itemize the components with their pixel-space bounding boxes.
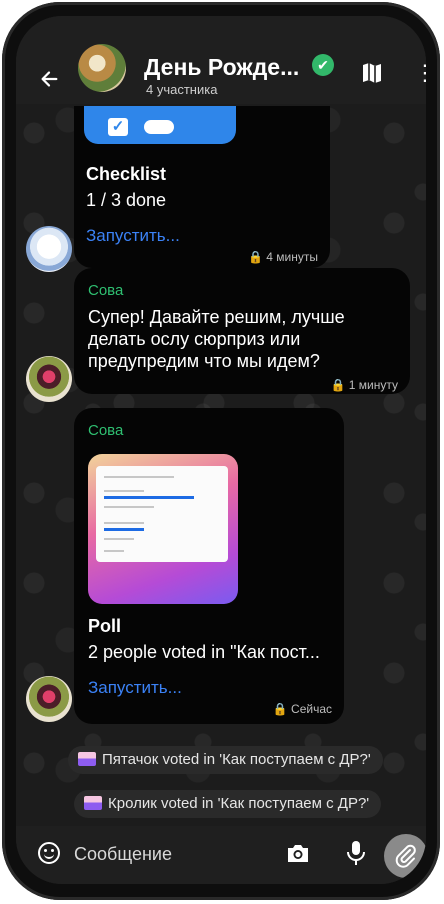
sender-name[interactable]: Сова: [88, 422, 123, 439]
vote-notice: Кролик voted in 'Как поступаем с ДР?': [74, 790, 382, 818]
time-label: Сейчас: [291, 702, 332, 716]
map-icon[interactable]: [361, 61, 383, 85]
message-time: 🔒 Сейчас: [273, 702, 332, 716]
chat-title[interactable]: День Рожде...: [144, 54, 299, 81]
attach-button[interactable]: [384, 834, 426, 878]
message-input[interactable]: Сообщение: [74, 844, 172, 865]
checklist-progress: 1 / 3 done: [86, 190, 167, 210]
sender-name[interactable]: Сова: [88, 282, 123, 299]
poll-launch-link[interactable]: Запустить...: [88, 678, 182, 698]
checklist-message[interactable]: ✓ Checklist 1 / 3 done Запустить... 🔒 4 …: [74, 106, 330, 268]
arrow-left-icon[interactable]: [38, 68, 60, 90]
poll-summary: 2 people voted in "Как пост...: [88, 642, 320, 662]
phone-frame: День Рожде... ✔ 4 участника ⋮ ✓ Checklis…: [2, 2, 440, 900]
avatar[interactable]: [26, 356, 72, 402]
checklist-preview: ✓: [84, 106, 236, 144]
chat-header: День Рожде... ✔ 4 участника ⋮: [16, 16, 426, 104]
message-time: 🔒 4 минуты: [248, 250, 318, 264]
poll-title: Poll: [88, 616, 122, 636]
poll-icon: [84, 796, 102, 810]
poll-icon: [78, 752, 96, 766]
avatar[interactable]: [26, 226, 72, 272]
time-label: 1 минуту: [348, 378, 398, 392]
app-screen: День Рожде... ✔ 4 участника ⋮ ✓ Checklis…: [16, 16, 426, 884]
message-input-bar: Сообщение: [16, 826, 426, 884]
preview-bar: [104, 528, 144, 531]
toggle-icon: [144, 120, 174, 134]
preview-line: [104, 506, 154, 508]
notice-text: Пятачок voted in 'Как поступаем с ДР?': [102, 751, 371, 768]
camera-icon[interactable]: [286, 842, 310, 864]
preview-bar: [104, 496, 194, 499]
more-vertical-icon[interactable]: ⋮: [414, 61, 426, 85]
text-message[interactable]: Сова Супер! Давайте решим, лучше делать …: [74, 268, 410, 394]
time-label: 4 минуты: [266, 250, 318, 264]
avatar[interactable]: [26, 676, 72, 722]
notice-text: Кролик voted in 'Как поступаем с ДР?': [108, 795, 370, 812]
checkbox-icon: ✓: [108, 118, 128, 136]
checklist-title: Checklist: [86, 164, 167, 184]
verified-check-icon: ✔: [312, 54, 334, 76]
lock-icon: 🔒: [247, 250, 263, 264]
preview-line: [104, 490, 144, 492]
group-avatar[interactable]: [78, 44, 126, 92]
preview-line: [104, 550, 124, 552]
lock-icon: 🔒: [330, 378, 346, 392]
lock-icon: 🔒: [272, 702, 288, 716]
emoji-icon[interactable]: [38, 842, 60, 864]
paperclip-icon: [395, 844, 416, 868]
microphone-icon[interactable]: [346, 840, 366, 866]
preview-line: [104, 538, 134, 540]
message-text: Супер! Давайте решим, лучше делать ослу …: [88, 307, 345, 371]
poll-preview-sheet: [96, 466, 228, 562]
poll-message[interactable]: Сова Poll 2 people voted in "Как пост...…: [74, 408, 344, 724]
message-time: 🔒 1 минуту: [330, 378, 398, 392]
member-count: 4 участника: [146, 82, 218, 97]
preview-line: [104, 476, 174, 478]
vote-notice: Пятачок voted in 'Как поступаем с ДР?': [68, 746, 383, 774]
checklist-launch-link[interactable]: Запустить...: [86, 226, 180, 246]
preview-line: [104, 522, 144, 524]
poll-preview: [88, 454, 238, 604]
